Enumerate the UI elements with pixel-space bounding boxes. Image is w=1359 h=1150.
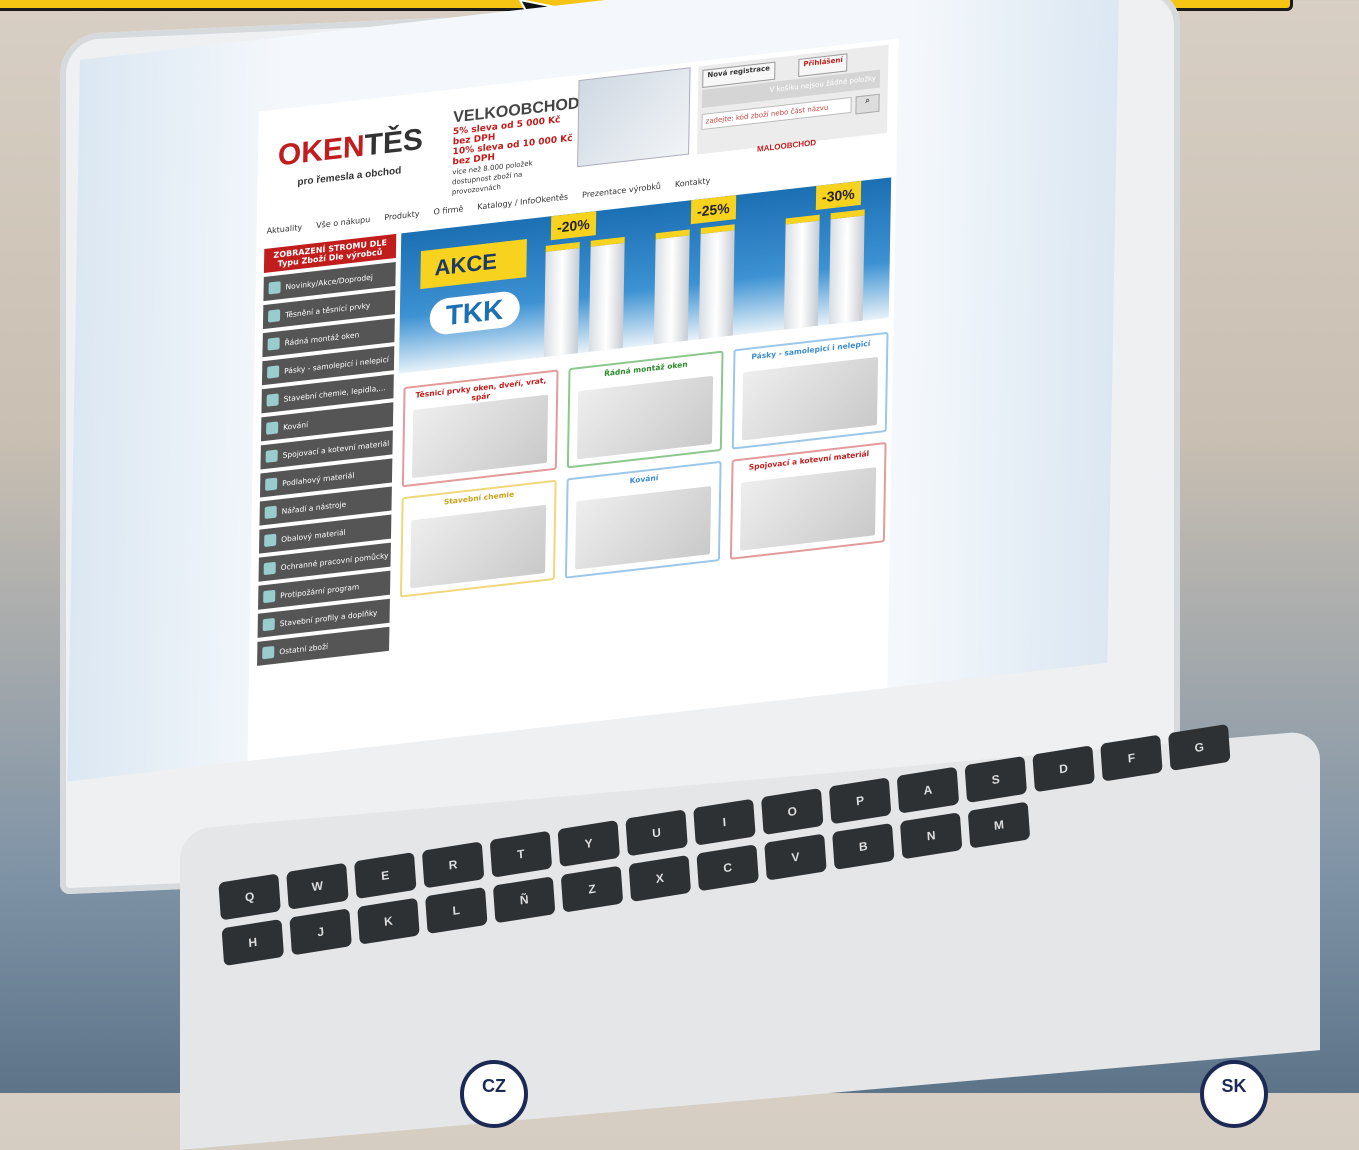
product-tube [783,214,820,330]
category-sidebar: ZOBRAZENÍ STROMU DLE Typu Zboží Dle výro… [257,233,397,666]
category-tile[interactable]: Těsnicí prvky oken, dveří, vrat, spár [401,369,559,488]
website: OKENTĚS pro řemesla a obchod VELKOOBCHOD… [247,38,899,763]
house-illustration [577,67,691,168]
keyboard-key: D [1032,745,1095,793]
category-tile[interactable]: Pásky - samolepicí i nelepicí [731,331,889,450]
search-icon[interactable]: ⌕ [855,93,880,115]
product-can [698,224,735,340]
keyboard-key: Y [557,819,621,868]
discount-badge: -25% [690,195,736,225]
keyboard-key: G [1168,723,1231,771]
keyboard-key: U [625,809,688,857]
keyboard-key: F [1100,734,1163,782]
product-can [588,236,625,352]
keyboard-key: Q [218,873,281,921]
sk-flag-button[interactable]: SK [1200,1060,1268,1128]
tile-image [740,467,877,551]
nav-item[interactable]: Produkty [384,209,419,222]
brand-logo: TKK [429,289,520,337]
keyboard-key: E [354,852,417,900]
category-tile[interactable]: Stavební chemie [399,479,557,598]
keyboard-key: P [828,777,892,825]
product-tube [828,209,865,325]
keyboard-key: A [896,766,960,814]
category-tile[interactable]: Řádná montáž oken [566,350,724,469]
logo-accent: TĚS [364,122,424,163]
nav-item[interactable]: Kontakty [675,176,711,189]
promo-akce-label: AKCE [420,238,528,290]
category-tile[interactable]: Kování [564,460,722,579]
tile-image [576,375,714,460]
tile-image [410,504,547,589]
cz-flag-button[interactable]: CZ [460,1060,528,1128]
keyboard-key: I [693,798,756,846]
category-tile[interactable]: Spojovací a kotevní materiál [729,441,887,560]
account-box: Nová registrace Přihlášení V košíku nejs… [697,44,889,155]
logo-main: OKEN [277,129,365,173]
tile-image [741,356,879,441]
keyboard-key: W [286,862,349,910]
product-can [653,229,690,345]
discount-badge: -30% [815,180,861,211]
nav-item[interactable]: Vše o nákupu [316,214,370,229]
laptop-screen: OKENTĚS pro řemesla a obchod VELKOOBCHOD… [67,0,1120,782]
keyboard-key: T [489,830,553,878]
nav-item[interactable]: Aktuality [267,222,303,235]
nav-item[interactable]: O firmě [434,204,464,216]
discount-badge: -20% [550,211,596,241]
nav-item[interactable]: Prezentace výrobků [582,181,661,199]
keyboard-key: O [761,787,824,836]
tile-image [411,394,549,479]
wholesale-box: VELKOOBCHOD 5% sleva od 5 000 Kč bez DPH… [452,95,580,198]
product-can [543,241,580,358]
keyboard-key: S [964,755,1028,804]
keyboard-key: R [421,841,485,889]
nav-item[interactable]: Katalogy / InfoOkentěs [477,192,568,211]
category-grid: Těsnicí prvky oken, dveří, vrat, spár Řá… [399,331,894,598]
tile-image [575,485,712,570]
